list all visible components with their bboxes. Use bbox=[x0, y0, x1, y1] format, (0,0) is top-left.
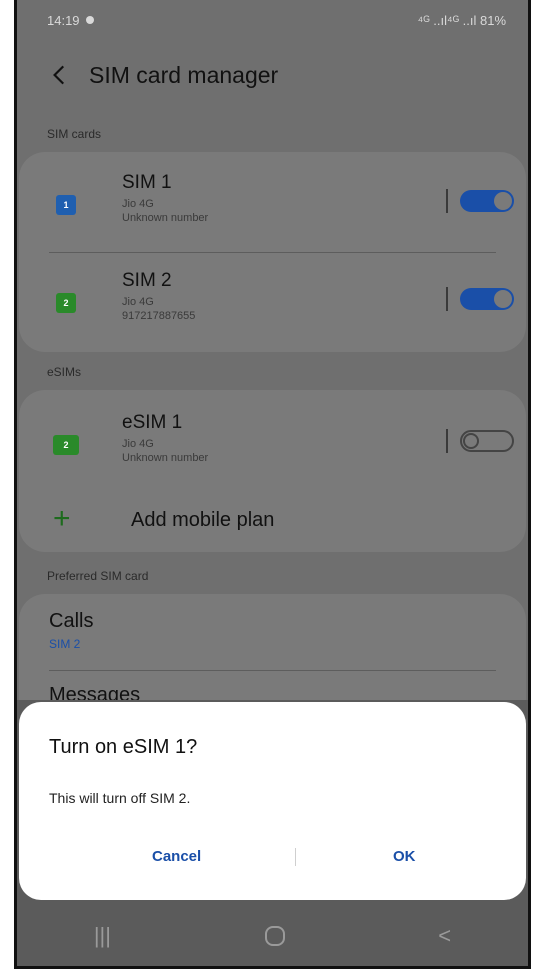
sim-1-row[interactable]: 1 SIM 1 Jio 4G Unknown number bbox=[19, 168, 526, 258]
divider bbox=[49, 252, 496, 253]
sim-2-number: 917217887655 bbox=[122, 310, 196, 322]
sim-2-carrier: Jio 4G bbox=[122, 296, 154, 308]
plus-icon: + bbox=[53, 502, 71, 535]
status-time: 14:19 bbox=[47, 12, 80, 28]
cancel-button[interactable]: Cancel bbox=[152, 848, 201, 865]
back-arrow-icon[interactable] bbox=[47, 62, 73, 88]
calls-title: Calls bbox=[49, 610, 94, 632]
esim-1-row[interactable]: 2 eSIM 1 Jio 4G Unknown number bbox=[19, 408, 526, 488]
navigation-bar: ||| < bbox=[17, 906, 528, 966]
page-title: SIM card manager bbox=[89, 61, 279, 88]
add-mobile-plan-row[interactable]: + Add mobile plan bbox=[19, 500, 526, 540]
sim-1-title: SIM 1 bbox=[122, 172, 172, 193]
sim-1-toggle[interactable] bbox=[460, 190, 514, 212]
divider bbox=[446, 287, 448, 311]
section-label-preferred: Preferred SIM card bbox=[47, 569, 149, 583]
section-label-esims: eSIMs bbox=[47, 365, 82, 379]
settings-notification-icon bbox=[85, 16, 94, 24]
recents-button[interactable]: ||| bbox=[94, 923, 111, 949]
add-mobile-plan-label: Add mobile plan bbox=[131, 509, 275, 531]
nav-back-button[interactable]: < bbox=[438, 923, 451, 949]
home-button[interactable] bbox=[264, 926, 285, 946]
app-bar: SIM card manager bbox=[17, 50, 528, 100]
dialog-title: Turn on eSIM 1? bbox=[49, 736, 198, 758]
calls-row[interactable]: Calls SIM 2 bbox=[19, 608, 526, 668]
ok-button[interactable]: OK bbox=[393, 848, 416, 865]
divider bbox=[295, 848, 296, 866]
status-indicators: ⁴ᴳ ..ıl⁴ᴳ ..ıl 81% bbox=[417, 12, 506, 28]
phone-screen: 14:19 ⁴ᴳ ..ıl⁴ᴳ ..ıl 81% SIM card manage… bbox=[14, 0, 531, 969]
calls-value: SIM 2 bbox=[49, 637, 81, 651]
sim-1-number: Unknown number bbox=[122, 212, 209, 224]
sim-2-row[interactable]: 2 SIM 2 Jio 4G 917217887655 bbox=[19, 266, 526, 346]
sim-2-icon: 2 bbox=[56, 293, 76, 313]
sim-1-carrier: Jio 4G bbox=[122, 198, 154, 210]
sim-1-icon: 1 bbox=[56, 195, 76, 215]
sim-2-title: SIM 2 bbox=[122, 270, 172, 291]
esim-1-carrier: Jio 4G bbox=[122, 438, 154, 450]
divider bbox=[49, 670, 496, 671]
sim-cards-card: 1 SIM 1 Jio 4G Unknown number 2 SIM 2 Ji… bbox=[19, 152, 526, 352]
esim-1-icon: 2 bbox=[53, 435, 79, 455]
esims-card: 2 eSIM 1 Jio 4G Unknown number + Add mob… bbox=[19, 390, 526, 552]
esim-1-number: Unknown number bbox=[122, 452, 209, 464]
section-label-sim-cards: SIM cards bbox=[47, 127, 102, 141]
status-bar: 14:19 ⁴ᴳ ..ıl⁴ᴳ ..ıl 81% bbox=[17, 0, 528, 40]
divider bbox=[446, 429, 448, 453]
esim-1-toggle[interactable] bbox=[460, 430, 514, 452]
divider bbox=[446, 189, 448, 213]
turn-on-esim-dialog: Turn on eSIM 1? This will turn off SIM 2… bbox=[19, 702, 526, 900]
sim-2-toggle[interactable] bbox=[460, 288, 514, 310]
esim-1-title: eSIM 1 bbox=[122, 412, 183, 433]
dialog-message: This will turn off SIM 2. bbox=[49, 790, 191, 806]
